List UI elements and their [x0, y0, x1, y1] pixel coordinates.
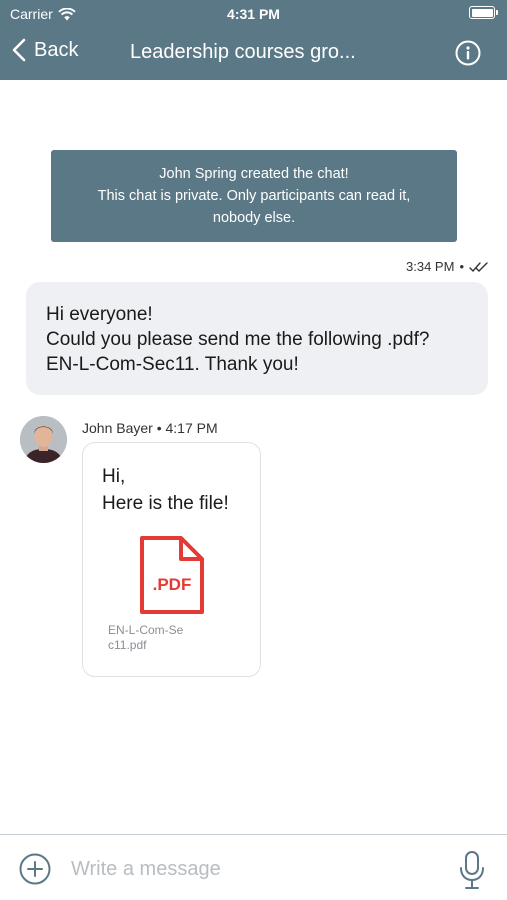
pdf-type-label: .PDF [153, 575, 192, 594]
attachment-file-name[interactable]: EN-L-Com-Sec11.pdf [108, 623, 188, 653]
status-bar: Carrier 4:31 PM [0, 0, 507, 28]
avatar[interactable] [20, 416, 67, 463]
status-time: 4:31 PM [227, 6, 280, 22]
system-message-line: nobody else. [212, 210, 296, 226]
sent-message-time: 3:34 PM [406, 259, 455, 274]
pdf-file-icon[interactable]: .PDF [139, 535, 205, 615]
nav-bar: Back Leadership courses gro... [0, 28, 507, 78]
meta-separator: • [459, 259, 464, 274]
chevron-left-icon [12, 38, 26, 62]
back-label: Back [34, 38, 79, 61]
received-message-bubble[interactable]: Hi, Here is the file! .PDF EN-L-Com-Sec1… [82, 442, 261, 677]
system-message-line: John Spring created the chat! [159, 166, 349, 182]
battery-icon [469, 6, 498, 19]
header: Carrier 4:31 PM Back Leadership courses … [0, 0, 507, 80]
avatar-portrait [20, 416, 67, 463]
add-attachment-button[interactable] [19, 853, 51, 885]
double-check-icon [469, 261, 488, 272]
sent-message-bubble[interactable]: Hi everyone! Could you please send me th… [26, 282, 488, 395]
chat-title: Leadership courses gro... [130, 41, 356, 63]
microphone-icon[interactable] [459, 850, 485, 890]
back-button[interactable]: Back [12, 38, 78, 62]
system-message-line: This chat is private. Only participants … [97, 188, 411, 204]
info-icon[interactable] [455, 40, 481, 66]
message-text-line: Could you please send me the following .… [46, 329, 430, 350]
message-text-line: Here is the file! [102, 493, 229, 514]
message-text-line: EN-L-Com-Sec11. Thank you! [46, 354, 299, 375]
system-message: John Spring created the chat! This chat … [51, 150, 457, 242]
received-message-meta: John Bayer • 4:17 PM [82, 420, 218, 436]
message-composer [0, 834, 507, 900]
sent-message-meta: 3:34 PM • [406, 259, 489, 274]
message-text-line: Hi everyone! [46, 304, 153, 325]
message-text-line: Hi, [102, 466, 126, 487]
message-input[interactable] [71, 854, 431, 884]
